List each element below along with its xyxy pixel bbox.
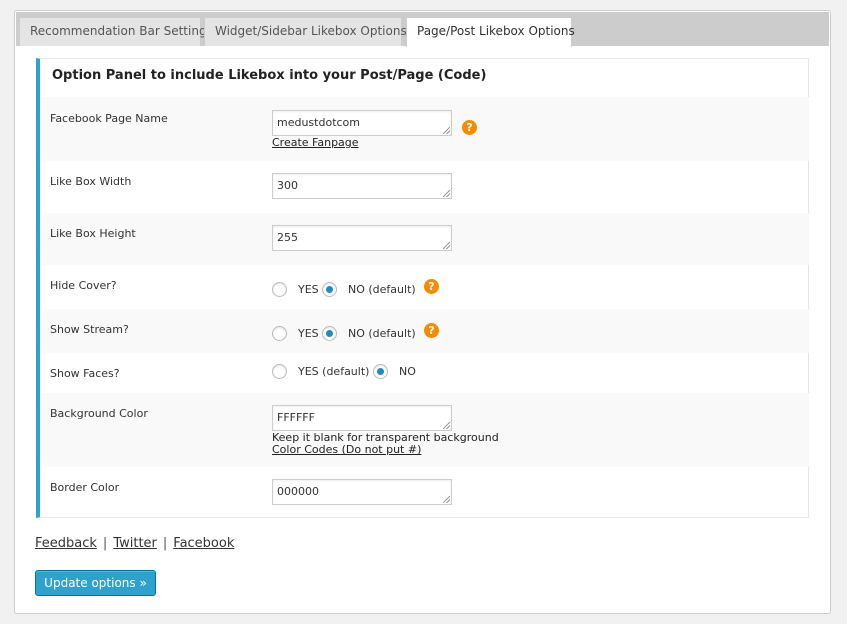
- tab-page-post-likebox[interactable]: Page/Post Likebox Options: [406, 17, 575, 47]
- color-codes-link[interactable]: Color Codes (Do not put #): [272, 443, 421, 456]
- show-stream-help-icon[interactable]: ?: [424, 323, 439, 338]
- options-panel: Option Panel to include Likebox into you…: [36, 58, 809, 518]
- panel-title-text: Option Panel to include Likebox into you…: [52, 68, 444, 83]
- row-border-color: Border Color 000000: [40, 467, 809, 517]
- show-stream-yes-label: YES: [298, 327, 319, 340]
- likebox-height-input[interactable]: 255: [272, 225, 452, 251]
- show-faces-no-radio[interactable]: [373, 364, 388, 379]
- border-color-label: Border Color: [50, 481, 120, 494]
- show-stream-yes-radio[interactable]: [272, 326, 287, 341]
- fb-page-name-label: Facebook Page Name: [50, 112, 168, 125]
- hide-cover-yes-radio[interactable]: [272, 282, 287, 297]
- fb-page-name-input[interactable]: medustdotcom: [272, 110, 452, 136]
- tab-bar: Recommendation Bar Setting Widget/Sideba…: [16, 12, 829, 47]
- row-show-faces: Show Faces? YES (default) NO: [40, 353, 809, 393]
- row-background-color: Background Color FFFFFF Keep it blank fo…: [40, 393, 809, 467]
- code-link[interactable]: Code: [444, 68, 481, 83]
- show-faces-no-label: NO: [399, 365, 416, 378]
- show-faces-yes-label: YES (default): [298, 365, 370, 378]
- hide-cover-help-icon[interactable]: ?: [424, 279, 439, 294]
- feedback-link[interactable]: Feedback: [35, 536, 97, 551]
- show-stream-no-radio[interactable]: [322, 326, 337, 341]
- hide-cover-yes-label: YES: [298, 283, 319, 296]
- panel-title: Option Panel to include Likebox into you…: [52, 68, 486, 83]
- row-likebox-height: Like Box Height 255: [40, 213, 809, 265]
- facebook-link[interactable]: Facebook: [173, 536, 234, 551]
- footer-separator: |: [102, 536, 108, 551]
- settings-container: Recommendation Bar Setting Widget/Sideba…: [14, 10, 831, 614]
- likebox-height-label: Like Box Height: [50, 227, 136, 240]
- row-fb-page-name: Facebook Page Name medustdotcom ? Create…: [40, 97, 809, 161]
- hide-cover-no-radio[interactable]: [322, 282, 337, 297]
- likebox-width-label: Like Box Width: [50, 175, 132, 188]
- background-color-input[interactable]: FFFFFF: [272, 405, 452, 431]
- twitter-link[interactable]: Twitter: [113, 536, 157, 551]
- row-likebox-width: Like Box Width 300: [40, 161, 809, 213]
- row-show-stream: Show Stream? YES NO (default) ?: [40, 309, 809, 353]
- footer-separator: |: [162, 536, 168, 551]
- create-fanpage-link[interactable]: Create Fanpage: [272, 136, 359, 149]
- hide-cover-label: Hide Cover?: [50, 279, 117, 292]
- show-stream-no-label: NO (default): [348, 327, 416, 340]
- footer-links: Feedback | Twitter | Facebook: [35, 536, 234, 551]
- tab-recommendation-bar[interactable]: Recommendation Bar Setting: [19, 17, 207, 46]
- panel-title-suffix: ): [480, 68, 487, 83]
- tab-widget-sidebar-likebox[interactable]: Widget/Sidebar Likebox Options: [204, 17, 407, 46]
- show-stream-label: Show Stream?: [50, 323, 129, 336]
- border-color-input[interactable]: 000000: [272, 479, 452, 505]
- update-options-button[interactable]: Update options »: [35, 570, 156, 596]
- show-faces-label: Show Faces?: [50, 367, 120, 380]
- hide-cover-no-label: NO (default): [348, 283, 416, 296]
- likebox-width-input[interactable]: 300: [272, 173, 452, 199]
- show-faces-yes-radio[interactable]: [272, 364, 287, 379]
- background-color-label: Background Color: [50, 407, 148, 420]
- fb-page-name-help-icon[interactable]: ?: [462, 120, 477, 135]
- row-hide-cover: Hide Cover? YES NO (default) ?: [40, 265, 809, 309]
